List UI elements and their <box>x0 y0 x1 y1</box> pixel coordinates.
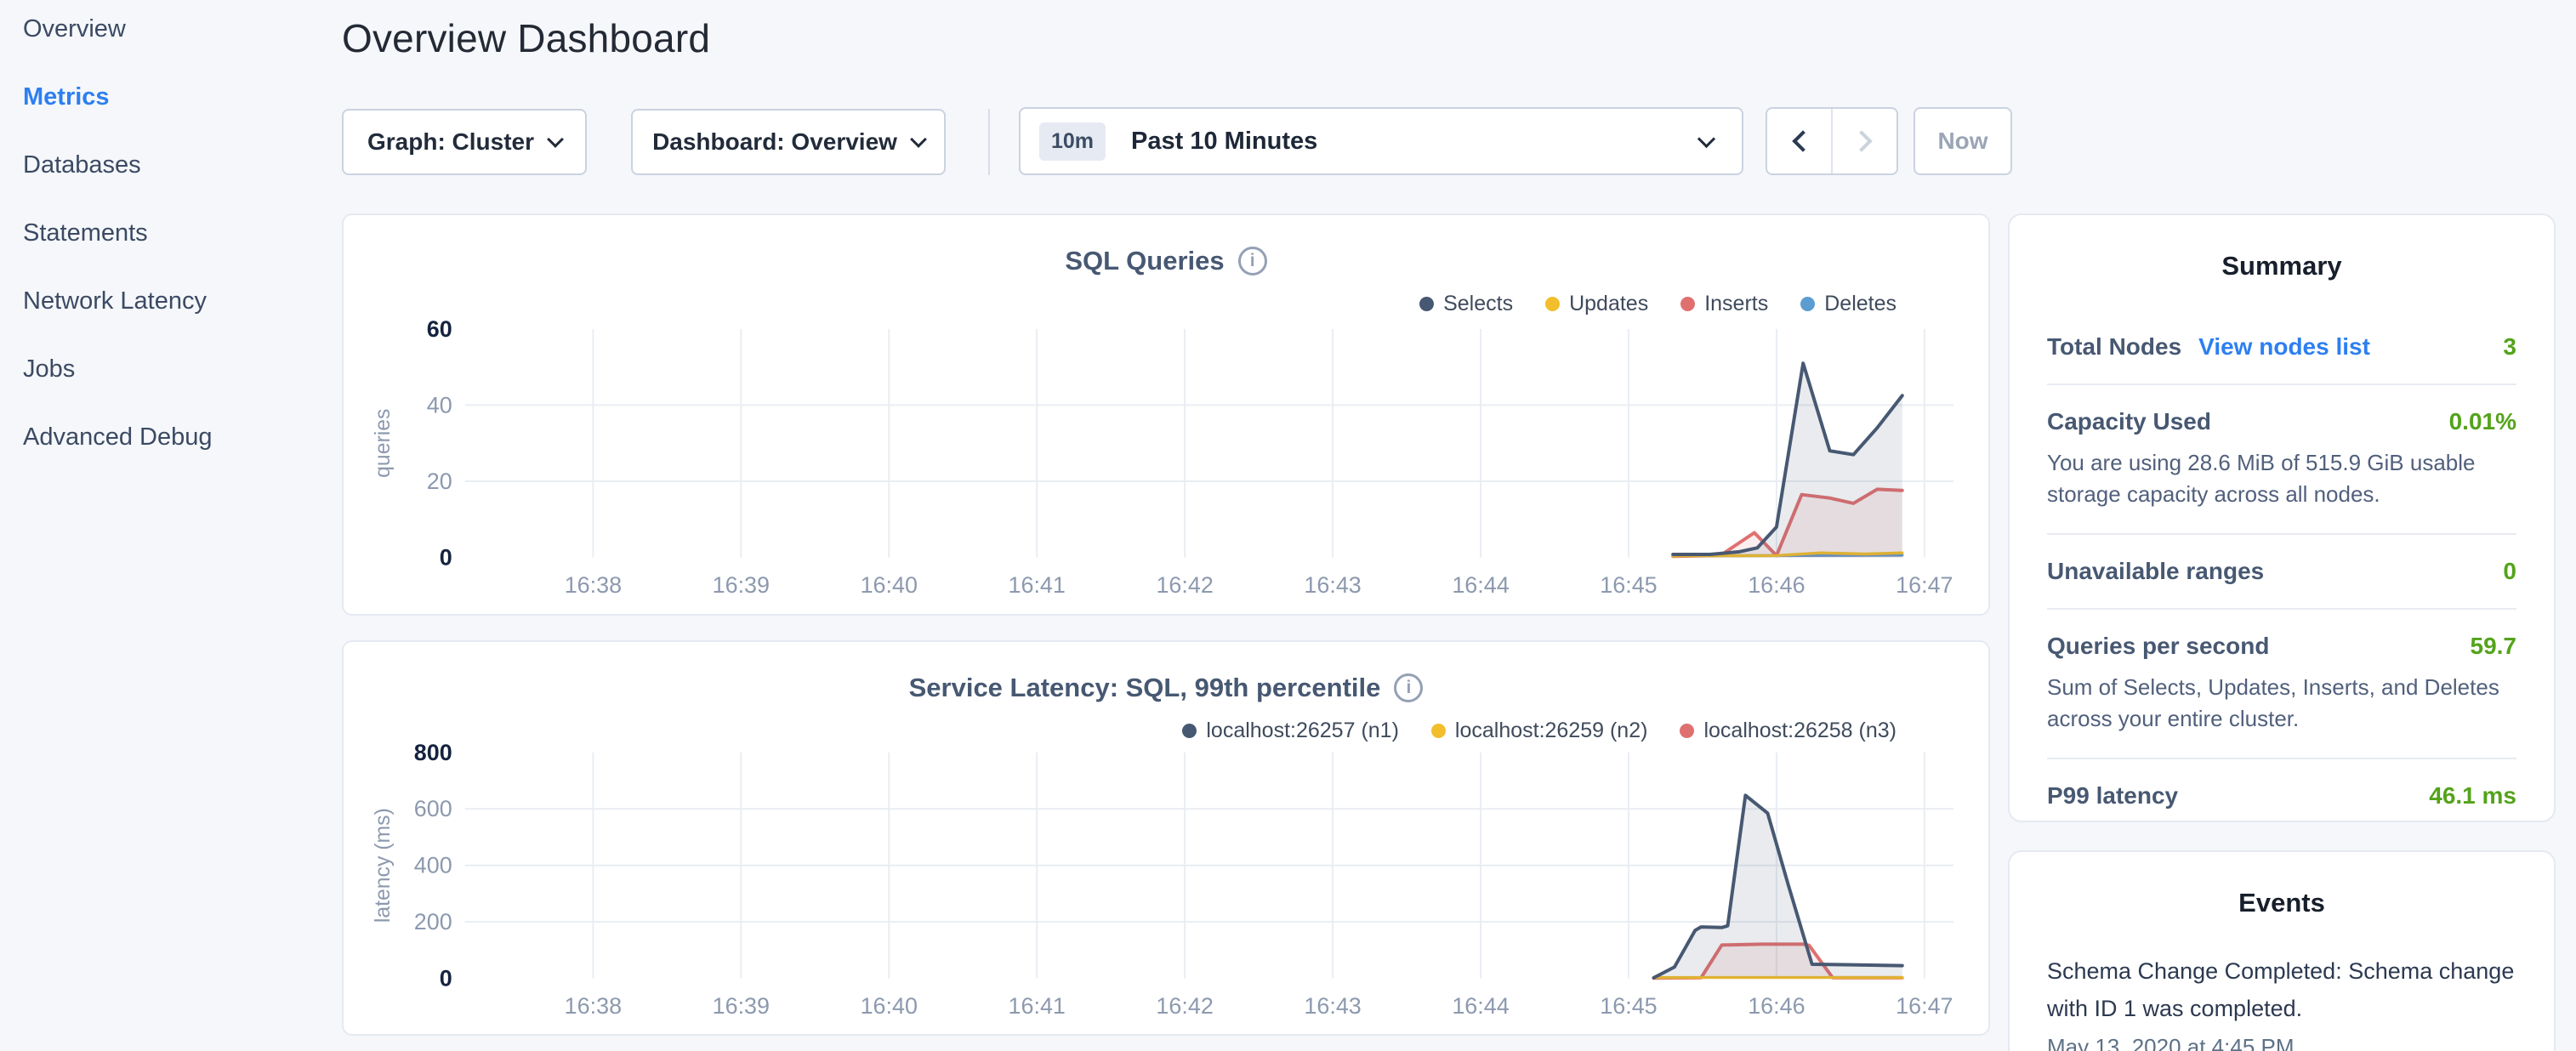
summary-row-label: Total Nodes <box>2047 333 2181 361</box>
graph-dropdown[interactable]: Graph: Cluster <box>342 109 587 175</box>
summary-row-queries-per-second: Queries per second 59.7 Sum of Selects, Up… <box>2047 608 2516 758</box>
summary-row-unavailable-ranges: Unavailable ranges 0 <box>2047 533 2516 608</box>
svg-text:16:44: 16:44 <box>1452 572 1509 598</box>
summary-row-capacity-used: Capacity Used 0.01% You are using 28.6 MiB… <box>2047 383 2516 533</box>
summary-row-p99-latency: P99 latency 46.1 ms <box>2047 758 2516 832</box>
svg-text:queries: queries <box>371 409 395 478</box>
now-button[interactable]: Now <box>1914 107 2012 175</box>
sql-queries-chart-card: SQL Queries i SelectsUpdatesInsertsDelet… <box>342 213 1990 616</box>
svg-text:16:43: 16:43 <box>1304 993 1361 1019</box>
svg-text:16:42: 16:42 <box>1156 993 1213 1019</box>
time-range-badge: 10m <box>1039 122 1106 161</box>
svg-text:0: 0 <box>440 966 452 991</box>
toolbar-divider <box>988 109 990 175</box>
app-root: Overview Metrics Databases Statements Networ… <box>0 0 2576 1051</box>
svg-text:16:46: 16:46 <box>1748 993 1805 1019</box>
svg-text:16:47: 16:47 <box>1896 993 1953 1019</box>
chevron-down-icon <box>910 131 927 148</box>
svg-text:16:44: 16:44 <box>1452 993 1509 1019</box>
sidebar-item-statements[interactable]: Statements <box>23 218 329 249</box>
svg-text:16:43: 16:43 <box>1304 572 1361 598</box>
svg-text:20: 20 <box>427 469 452 494</box>
summary-row-value: 3 <box>2503 333 2516 361</box>
event-timestamp: May 13, 2020 at 4:45 PM <box>2047 1034 2516 1051</box>
svg-text:16:45: 16:45 <box>1600 572 1657 598</box>
service-latency-chart-card: Service Latency: SQL, 99th percentile i … <box>342 640 1990 1036</box>
summary-row-label: P99 latency <box>2047 782 2178 810</box>
svg-text:16:40: 16:40 <box>861 993 918 1019</box>
summary-row-total-nodes: Total Nodes View nodes list 3 <box>2047 310 2516 383</box>
sql-queries-plot: 0 20 40 60 16:38 16:39 16:40 16:41 16:42 16:43 16:… <box>344 215 1988 614</box>
summary-row-description: Sum of Selects, Updates, Inserts, and De… <box>2047 672 2516 735</box>
svg-text:16:41: 16:41 <box>1009 993 1066 1019</box>
previous-time-button[interactable] <box>1767 109 1831 173</box>
summary-row-value: 0.01% <box>2449 408 2516 435</box>
svg-text:400: 400 <box>414 853 452 878</box>
svg-text:16:41: 16:41 <box>1009 572 1066 598</box>
page-title: Overview Dashboard <box>342 15 710 61</box>
sidebar-item-overview[interactable]: Overview <box>23 14 329 45</box>
summary-row-label: Queries per second <box>2047 633 2269 660</box>
time-range-label: Past 10 Minutes <box>1131 128 1317 156</box>
event-item[interactable]: Schema Change Completed: Schema change w… <box>2047 952 2516 1051</box>
svg-text:200: 200 <box>414 909 452 935</box>
svg-text:800: 800 <box>414 740 452 765</box>
summary-row-value: 59.7 <box>2471 633 2517 660</box>
svg-text:16:47: 16:47 <box>1896 572 1953 598</box>
graph-dropdown-label: Graph: Cluster <box>367 128 534 156</box>
summary-rows: Total Nodes View nodes list 3 Capacity Used… <box>2010 310 2554 832</box>
svg-text:16:40: 16:40 <box>861 572 918 598</box>
summary-row-description: You are using 28.6 MiB of 515.9 GiB usab… <box>2047 447 2516 510</box>
sidebar-item-databases[interactable]: Databases <box>23 150 329 181</box>
next-time-button[interactable] <box>1831 109 1896 173</box>
sidebar-item-metrics[interactable]: Metrics <box>23 82 329 113</box>
view-nodes-list-link[interactable]: View nodes list <box>2198 333 2370 361</box>
svg-text:16:39: 16:39 <box>713 993 770 1019</box>
svg-text:0: 0 <box>440 545 452 571</box>
event-text: Schema Change Completed: Schema change w… <box>2047 952 2516 1027</box>
sidebar-item-network-latency[interactable]: Network Latency <box>23 286 329 317</box>
sidebar-item-advanced-debug[interactable]: Advanced Debug <box>23 422 329 453</box>
dashboard-dropdown-label: Dashboard: Overview <box>652 128 897 156</box>
svg-text:600: 600 <box>414 796 452 821</box>
svg-text:60: 60 <box>427 316 452 342</box>
svg-text:latency (ms): latency (ms) <box>371 808 395 923</box>
svg-text:16:42: 16:42 <box>1156 572 1213 598</box>
svg-text:16:45: 16:45 <box>1600 993 1657 1019</box>
svg-text:16:46: 16:46 <box>1748 572 1805 598</box>
events-title: Events <box>2010 888 2554 918</box>
events-panel: Events Schema Change Completed: Schema c… <box>2008 850 2556 1051</box>
svg-text:40: 40 <box>427 392 452 418</box>
chevron-down-icon <box>547 131 564 148</box>
sidebar: Overview Metrics Databases Statements Networ… <box>23 14 329 490</box>
chevron-down-icon <box>1697 129 1715 147</box>
summary-row-value: 46.1 ms <box>2429 782 2516 810</box>
sidebar-item-jobs[interactable]: Jobs <box>23 354 329 385</box>
time-step-buttons <box>1766 107 1898 175</box>
chevron-left-icon <box>1792 130 1813 151</box>
service-latency-plot: 0 200 400 600 800 16:38 16:39 16:40 16:41 16:42 16… <box>344 642 1988 1034</box>
time-range-dropdown[interactable]: 10m Past 10 Minutes <box>1019 107 1743 175</box>
svg-text:16:38: 16:38 <box>565 572 622 598</box>
summary-title: Summary <box>2010 251 2554 281</box>
summary-row-label: Capacity Used <box>2047 408 2211 435</box>
dashboard-dropdown[interactable]: Dashboard: Overview <box>631 109 946 175</box>
chevron-right-icon <box>1851 130 1872 151</box>
svg-text:16:38: 16:38 <box>565 993 622 1019</box>
events-list: Schema Change Completed: Schema change w… <box>2010 952 2554 1051</box>
summary-panel: Summary Total Nodes View nodes list 3 Capac… <box>2008 213 2556 822</box>
summary-row-label: Unavailable ranges <box>2047 558 2264 585</box>
svg-text:16:39: 16:39 <box>713 572 770 598</box>
summary-row-value: 0 <box>2503 558 2516 585</box>
